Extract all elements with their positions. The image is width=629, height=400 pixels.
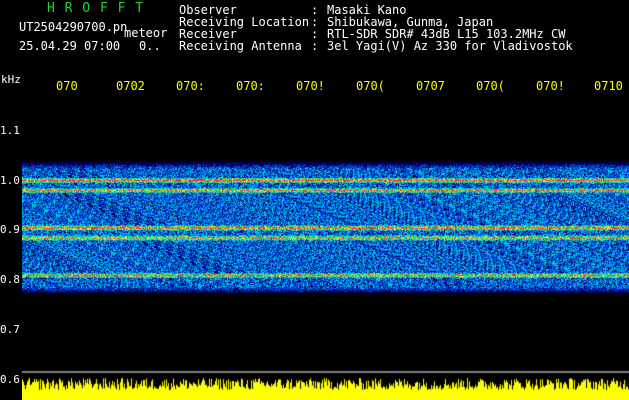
time-tick-label: 0707 bbox=[416, 79, 445, 93]
filename-label: UT2504290700.pn bbox=[19, 20, 128, 34]
datetime-label: 25.04.29 07:00 bbox=[19, 39, 121, 53]
time-tick-label: 0710 bbox=[594, 79, 623, 93]
freq-tick-label: 0.9 bbox=[0, 223, 20, 236]
status-label: 0.. bbox=[139, 39, 161, 53]
time-tick-label: 0702 bbox=[116, 79, 145, 93]
time-tick-label: 070: bbox=[236, 79, 265, 93]
spectrogram-canvas bbox=[22, 95, 629, 400]
info-value-antenna: 3el Yagi(V) Az 330 for Vladivostok bbox=[327, 39, 573, 53]
spectrogram-plot bbox=[22, 95, 629, 400]
app-title: H R O F F T bbox=[47, 1, 145, 16]
info-label-antenna: Receiving Antenna bbox=[179, 39, 302, 53]
tag-label: meteor bbox=[124, 26, 168, 40]
time-tick-label: 070: bbox=[176, 79, 205, 93]
y-axis-unit-label: kHz bbox=[1, 73, 21, 86]
hrofft-screen: H R O F F T UT2504290700.pn meteor 25.04… bbox=[0, 0, 629, 400]
info-colon: : bbox=[311, 39, 319, 53]
time-tick-label: 070( bbox=[476, 79, 505, 93]
time-tick-label: 070! bbox=[536, 79, 565, 93]
time-tick-label: 070! bbox=[296, 79, 325, 93]
freq-tick-label: 0.7 bbox=[0, 323, 20, 336]
time-tick-label: 070 bbox=[56, 79, 78, 93]
time-tick-label: 070( bbox=[356, 79, 385, 93]
freq-tick-label: 1.0 bbox=[0, 174, 20, 187]
freq-tick-label: 0.8 bbox=[0, 273, 20, 286]
freq-tick-label: 0.6 bbox=[0, 373, 20, 386]
freq-tick-label: 1.1 bbox=[0, 124, 20, 137]
